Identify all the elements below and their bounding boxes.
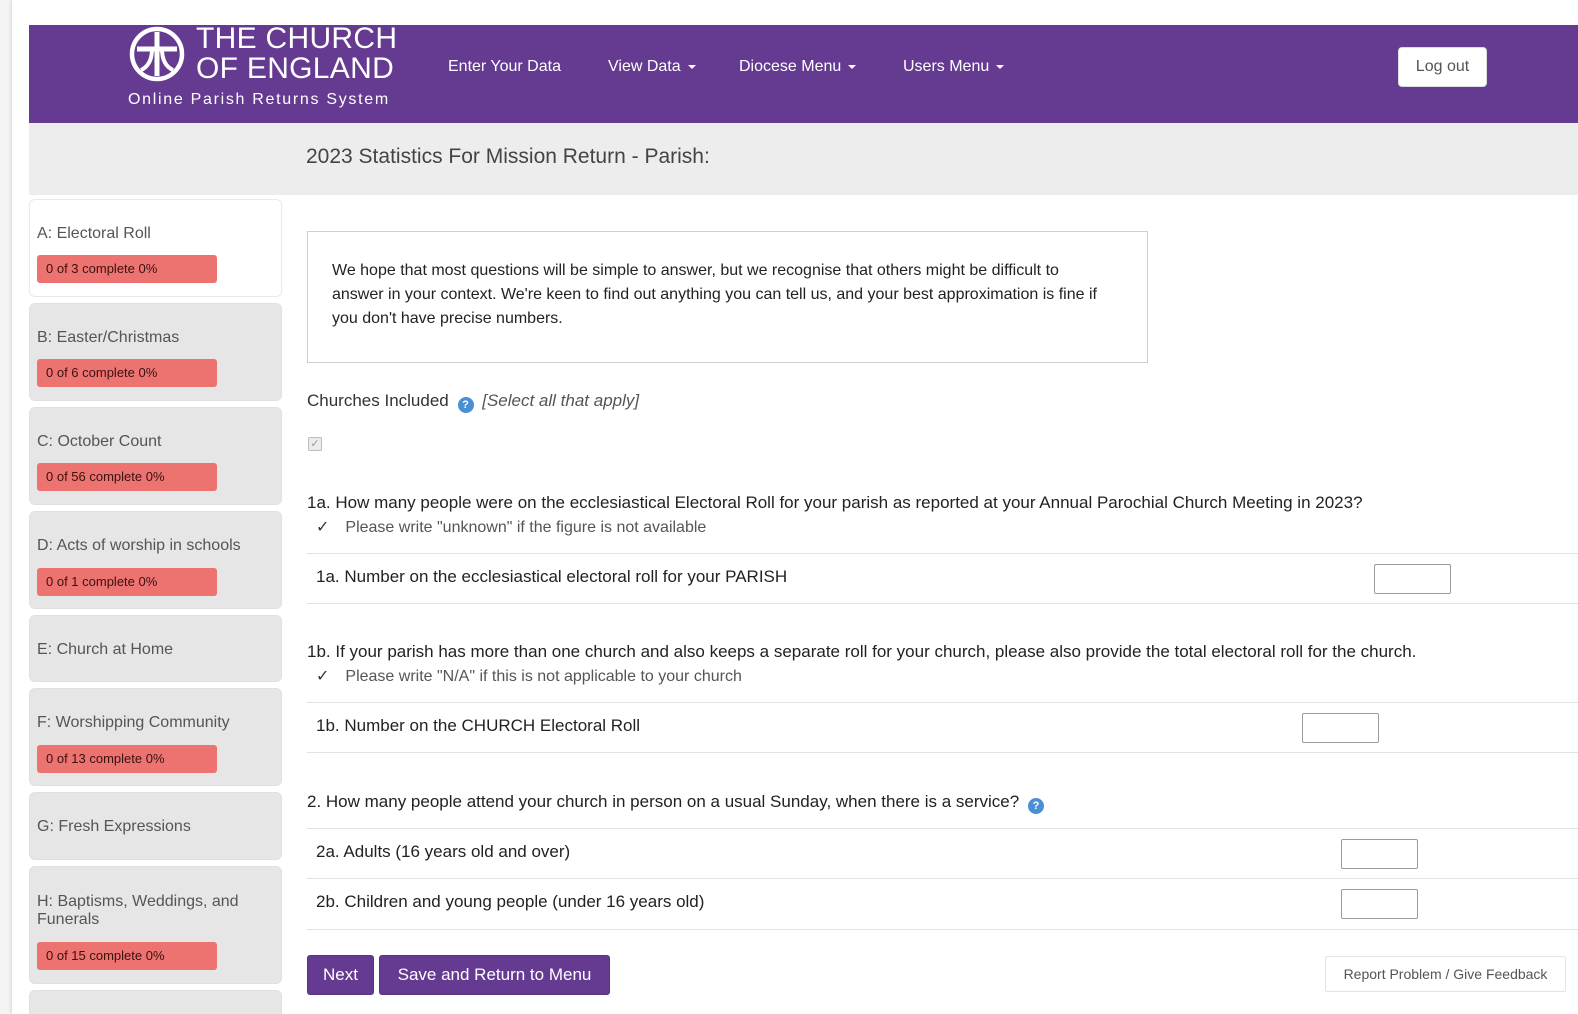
sidebar-item-more[interactable] xyxy=(29,990,282,1014)
save-and-return-button[interactable]: Save and Return to Menu xyxy=(379,955,610,995)
caret-down-icon xyxy=(848,64,857,69)
progress-badge: 0 of 3 complete 0% xyxy=(37,255,217,283)
adults-attendance-input[interactable] xyxy=(1341,839,1418,869)
question-1b-note: ✓ Please write "N/A" if this is not appli… xyxy=(316,666,742,686)
logout-button[interactable]: Log out xyxy=(1398,47,1487,87)
logo-subtitle: Online Parish Returns System xyxy=(128,91,390,108)
field-2b-label: 2b. Children and young people (under 16 … xyxy=(316,892,705,911)
churches-included-label-row: Churches Included ? [Select all that app… xyxy=(307,391,639,413)
question-2-text: 2. How many people attend your church in… xyxy=(307,792,1020,811)
field-1a-label: 1a. Number on the ecclesiastical elector… xyxy=(316,567,788,586)
nav-users-menu-dropdown[interactable]: Users Menu xyxy=(903,58,1005,76)
churches-included-label: Churches Included xyxy=(307,391,449,410)
nav-enter-your-data[interactable]: Enter Your Data xyxy=(448,58,561,76)
sidebar-item-worshipping-community[interactable]: F: Worshipping Community 0 of 13 complet… xyxy=(29,688,282,786)
question-1b-note-text: Please write "N/A" if this is not applic… xyxy=(345,668,742,685)
intro-text: We hope that most questions will be simp… xyxy=(332,262,1097,327)
progress-badge: 0 of 56 complete 0% xyxy=(37,463,217,491)
sidebar-item-fresh-expressions[interactable]: G: Fresh Expressions xyxy=(29,792,282,860)
sidebar-item-electoral-roll[interactable]: A: Electoral Roll 0 of 3 complete 0% xyxy=(29,199,282,297)
report-problem-button[interactable]: Report Problem / Give Feedback xyxy=(1325,956,1566,992)
nav-users-menu-label: Users Menu xyxy=(903,58,990,75)
question-1a-note-text: Please write "unknown" if the figure is … xyxy=(345,519,707,536)
church-cross-logo-icon xyxy=(129,26,185,82)
checkmark-icon: ✓ xyxy=(316,668,330,685)
sidebar-item-label: A: Electoral Roll xyxy=(37,225,151,242)
field-row-1a: 1a. Number on the ecclesiastical elector… xyxy=(307,553,1578,604)
checkmark-icon: ✓ xyxy=(316,519,330,536)
logo-text-line2: OF ENGLAND xyxy=(196,52,395,85)
church-of-england-logo[interactable]: THE CHURCH OF ENGLAND Online Parish Retu… xyxy=(128,22,408,123)
sidebar-item-label: D: Acts of worship in schools xyxy=(37,537,241,554)
sidebar-item-easter-christmas[interactable]: B: Easter/Christmas 0 of 6 complete 0% xyxy=(29,303,282,401)
nav-diocese-menu-dropdown[interactable]: Diocese Menu xyxy=(739,58,857,76)
question-1b: 1b. If your parish has more than one chu… xyxy=(307,642,1417,661)
logo-text-line1: THE CHURCH xyxy=(196,22,398,55)
intro-notice-box: We hope that most questions will be simp… xyxy=(307,231,1148,363)
sidebar-item-acts-of-worship[interactable]: D: Acts of worship in schools 0 of 1 com… xyxy=(29,511,282,609)
question-1a-note: ✓ Please write "unknown" if the figure is… xyxy=(316,517,706,537)
nav-enter-your-data-label: Enter Your Data xyxy=(448,58,561,75)
sidebar-item-label: G: Fresh Expressions xyxy=(37,818,191,835)
field-2a-label: 2a. Adults (16 years old and over) xyxy=(316,842,571,861)
progress-badge: 0 of 1 complete 0% xyxy=(37,568,217,596)
field-row-1b: 1b. Number on the CHURCH Electoral Roll xyxy=(307,702,1578,753)
electoral-roll-parish-input[interactable] xyxy=(1374,564,1451,594)
info-help-icon[interactable]: ? xyxy=(457,397,474,413)
caret-down-icon xyxy=(996,64,1005,69)
sidebar-item-baptisms-weddings-funerals[interactable]: H: Baptisms, Weddings, and Funerals 0 of… xyxy=(29,866,282,984)
sidebar-item-label: B: Easter/Christmas xyxy=(37,329,180,346)
page-title-bar: 2023 Statistics For Mission Return - Par… xyxy=(29,123,1578,195)
select-all-hint: [Select all that apply] xyxy=(482,391,640,410)
nav-diocese-menu-label: Diocese Menu xyxy=(739,58,842,75)
sidebar-item-label: E: Church at Home xyxy=(37,641,174,658)
nav-view-data-dropdown[interactable]: View Data xyxy=(608,58,696,76)
field-row-2b: 2b. Children and young people (under 16 … xyxy=(307,879,1578,930)
progress-badge: 0 of 13 complete 0% xyxy=(37,745,217,773)
question-1a: 1a. How many people were on the ecclesia… xyxy=(307,493,1363,512)
church-checkbox[interactable]: ✓ xyxy=(308,437,322,451)
sidebar-item-label: H: Baptisms, Weddings, and Funerals xyxy=(37,893,239,928)
caret-down-icon xyxy=(687,64,696,69)
field-1b-label: 1b. Number on the CHURCH Electoral Roll xyxy=(316,716,641,735)
field-row-2a: 2a. Adults (16 years old and over) xyxy=(307,828,1578,879)
children-attendance-input[interactable] xyxy=(1341,889,1418,919)
top-navbar: THE CHURCH OF ENGLAND Online Parish Retu… xyxy=(29,22,1578,123)
page: THE CHURCH OF ENGLAND Online Parish Retu… xyxy=(12,0,1578,1014)
electoral-roll-church-input[interactable] xyxy=(1302,713,1379,743)
question-2: 2. How many people attend your church in… xyxy=(307,792,1048,814)
progress-badge: 0 of 6 complete 0% xyxy=(37,359,217,387)
nav-view-data-label: View Data xyxy=(608,58,681,75)
page-title: 2023 Statistics For Mission Return - Par… xyxy=(306,145,710,168)
next-button[interactable]: Next xyxy=(307,955,374,995)
sidebar-item-label: F: Worshipping Community xyxy=(37,714,230,731)
progress-badge: 0 of 15 complete 0% xyxy=(37,942,217,970)
sidebar-item-october-count[interactable]: C: October Count 0 of 56 complete 0% xyxy=(29,407,282,505)
sidebar-item-church-at-home[interactable]: E: Church at Home xyxy=(29,615,282,682)
sidebar-item-label: C: October Count xyxy=(37,433,162,450)
info-help-icon[interactable]: ? xyxy=(1027,798,1044,814)
